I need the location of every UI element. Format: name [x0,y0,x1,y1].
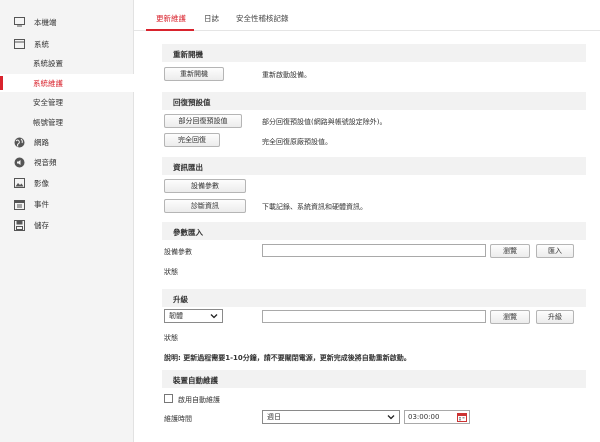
upgrade-status-label: 狀態 [164,334,178,342]
import-button[interactable]: 匯入 [536,244,574,258]
image-icon [13,177,25,189]
section-header-reboot: 重新開機 [162,44,586,62]
sidebar-item-local[interactable]: 本機端 [0,13,134,31]
diagnostics-description: 下載記錄、系統資訊和硬體資訊。 [262,203,367,211]
tab-maintenance[interactable]: 更新維護 [156,13,186,24]
sidebar-item-av[interactable]: 視音頻 [0,153,134,171]
upgrade-button[interactable]: 升級 [536,310,574,324]
import-status-label: 狀態 [164,268,178,276]
section-header-restore: 回復預設值 [162,92,586,110]
sidebar-item-label: 系統 [34,39,49,49]
maintenance-day-select[interactable]: 週日 [262,410,400,424]
speaker-icon [13,156,25,168]
sidebar-item-label: 系統設置 [33,58,63,68]
tab-log[interactable]: 日誌 [204,13,219,24]
sidebar-item-event[interactable]: 事件 [0,195,134,213]
sidebar-item-label: 系統維護 [33,78,63,88]
sidebar-item-accounts[interactable]: 帳號管理 [0,113,134,131]
enable-auto-maintenance-checkbox[interactable] [164,394,173,403]
sidebar-item-maintenance[interactable]: 系統維護 [0,74,134,92]
sidebar-item-label: 安全管理 [33,97,63,107]
section-header-upgrade: 升級 [162,289,586,307]
sidebar-item-system[interactable]: 系統 [0,35,134,53]
sidebar-item-label: 儲存 [34,220,49,230]
chevron-down-icon [210,312,218,322]
chevron-down-icon [387,413,395,423]
sidebar-item-label: 事件 [34,199,49,209]
upgrade-file-field[interactable] [262,310,486,323]
full-restore-description: 完全回復原廠預設值。 [262,138,332,146]
maintenance-day-value: 週日 [267,413,281,421]
upgrade-type-value: 韌體 [169,312,183,320]
export-params-button[interactable]: 設備參數 [164,179,246,193]
globe-icon [13,136,25,148]
import-file-label: 設備參數 [164,248,192,256]
maintenance-time-label: 維護時間 [164,415,192,423]
section-header-import: 參數匯入 [162,222,586,240]
sidebar-item-label: 影像 [34,178,49,188]
export-diagnostics-button[interactable]: 診斷資訊 [164,199,246,213]
section-header-export: 資訊匯出 [162,157,586,175]
upgrade-browse-button[interactable]: 瀏覽 [490,310,530,324]
sidebar-item-security[interactable]: 安全管理 [0,93,134,111]
sidebar-item-label: 視音頻 [34,157,57,167]
sidebar-item-network[interactable]: 網路 [0,133,134,151]
maintenance-time-value: 03:00:00 [408,413,440,421]
reboot-description: 重新啟動設備。 [262,71,311,79]
sidebar: 本機端 系統 系統設置 系統維護 安全管理 帳號管理 網路 視音頻 影像 事件 … [0,0,134,442]
sidebar-item-storage[interactable]: 儲存 [0,216,134,234]
partial-restore-description: 部分回復預設值(網路與帳號設定除外)。 [262,118,387,126]
sidebar-item-system-settings[interactable]: 系統設置 [0,54,134,72]
enable-auto-maintenance-label: 啟用自動維護 [178,396,220,404]
sidebar-item-image[interactable]: 影像 [0,174,134,192]
tab-audit-log[interactable]: 安全性稽核記錄 [236,13,289,24]
full-restore-button[interactable]: 完全回復 [164,133,220,147]
window-icon [13,38,25,50]
calendar-picker-icon[interactable] [457,412,467,422]
tab-bar: 更新維護 日誌 安全性稽核記錄 [134,0,600,31]
upgrade-type-select[interactable]: 韌體 [164,309,223,323]
reboot-button[interactable]: 重新開機 [164,67,224,81]
calendar-icon [13,198,25,210]
storage-icon [13,219,25,231]
partial-restore-button[interactable]: 部分回復預設值 [164,114,242,128]
sidebar-item-label: 本機端 [34,17,57,27]
sidebar-item-label: 網路 [34,137,49,147]
monitor-icon [13,16,25,28]
section-header-auto-maintenance: 裝置自動維護 [162,370,586,388]
upgrade-note: 說明: 更新過程需要1-10分鐘，請不要關閉電源，更新完成後將自動重新啟動。 [164,354,411,362]
active-tab-indicator [146,29,194,31]
sidebar-item-label: 帳號管理 [33,117,63,127]
import-browse-button[interactable]: 瀏覽 [490,244,530,258]
import-file-field[interactable] [262,244,486,257]
